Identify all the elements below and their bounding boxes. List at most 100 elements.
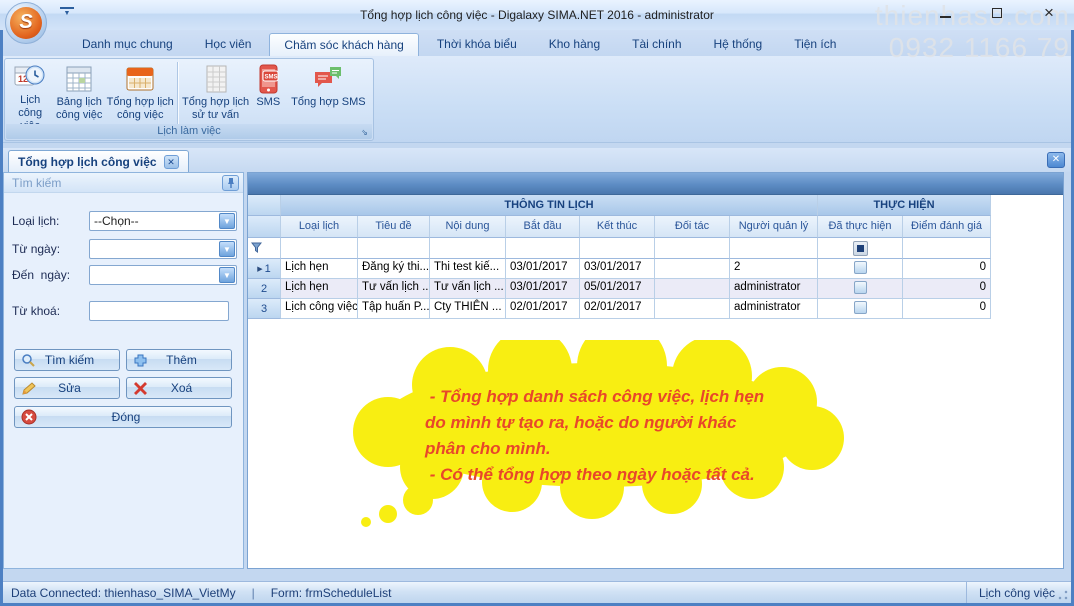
grid-column-header-nguoi-quan-ly[interactable]: Người quản lý xyxy=(730,216,818,238)
application-orb-button[interactable]: S xyxy=(5,2,47,44)
app-logo-icon: S xyxy=(10,7,42,39)
grid-cell[interactable] xyxy=(655,259,730,279)
grid-column-header-loai-lich[interactable]: Loại lịch xyxy=(281,216,358,238)
combo-tu-ngay[interactable]: ▼ xyxy=(89,239,237,259)
ribbon-tab-tai-chinh[interactable]: Tài chính xyxy=(618,33,695,56)
document-tab-close-icon[interactable]: ✕ xyxy=(164,155,179,169)
filter-funnel-icon xyxy=(251,242,262,253)
table-row[interactable]: 2Lịch hẹnTư vấn lịch ...Tư vấn lịch ...0… xyxy=(248,279,1063,299)
done-checkbox[interactable] xyxy=(854,281,867,294)
grid-cell-score[interactable]: 0 xyxy=(903,259,991,279)
grid-cell[interactable]: administrator xyxy=(730,279,818,299)
dialog-launcher-icon[interactable]: ⇘ xyxy=(359,127,370,138)
grid-cell[interactable]: 03/01/2017 xyxy=(580,259,655,279)
grid-column-header-noi-dung[interactable]: Nội dung xyxy=(430,216,506,238)
ribbon-button-tong-hop-sms[interactable]: Tổng hợp SMS xyxy=(287,61,370,125)
tim-kiem-button[interactable]: Tìm kiếm xyxy=(14,349,120,371)
ribbon-tab-kho-hang[interactable]: Kho hàng xyxy=(535,33,614,56)
grid-cell-score[interactable]: 0 xyxy=(903,299,991,319)
ribbon-tab-he-thong[interactable]: Hệ thống xyxy=(700,33,777,56)
grid-cell[interactable]: Thi test kiế... xyxy=(430,259,506,279)
ribbon-button-tong-hop-lich-cong-viec[interactable]: Tổng hợp lịch công việc xyxy=(106,61,174,125)
grid-band-thuc-hien[interactable]: THỰC HIỆN xyxy=(818,195,991,216)
grid-column-header-bat-dau[interactable]: Bắt đầu xyxy=(506,216,580,238)
filter-checkbox[interactable] xyxy=(853,241,868,256)
search-panel: Tìm kiếm Loại lịch:--Chọn--▼Từ ngày:▼Đến… xyxy=(3,172,244,569)
ribbon-tab-hoc-vien[interactable]: Học viên xyxy=(191,33,266,56)
grid-cell[interactable]: Tư vấn lịch ... xyxy=(430,279,506,299)
chevron-down-icon[interactable]: ▼ xyxy=(219,213,235,229)
grid-cell[interactable]: 03/01/2017 xyxy=(506,259,580,279)
field-label-tu-ngay: Từ ngày: xyxy=(12,242,60,256)
grid-column-header-doi-tac[interactable]: Đối tác xyxy=(655,216,730,238)
filter-cell[interactable] xyxy=(818,238,903,259)
row-indicator[interactable]: 2 xyxy=(248,279,281,299)
done-checkbox[interactable] xyxy=(854,261,867,274)
grid-cell-score[interactable]: 0 xyxy=(903,279,991,299)
ribbon-button-bang-lich-cong-viec[interactable]: Bảng lịch công việc xyxy=(52,61,106,125)
ribbon-tab-danh-muc-chung[interactable]: Danh mục chung xyxy=(68,33,187,56)
grid-column-header-diem-danh-gia[interactable]: Điểm đánh giá xyxy=(903,216,991,238)
ribbon-button-lich-cong-viec[interactable]: 12Lịch công việc xyxy=(8,61,52,125)
dong-button[interactable]: Đóng xyxy=(14,406,232,428)
grid-cell[interactable]: 03/01/2017 xyxy=(506,279,580,299)
grid-column-header-ket-thuc[interactable]: Kết thúc xyxy=(580,216,655,238)
row-indicator[interactable]: ▶1 xyxy=(248,259,281,279)
grid-cell[interactable]: Lịch công việc xyxy=(281,299,358,319)
filter-cell[interactable] xyxy=(506,238,580,259)
row-indicator[interactable]: 3 xyxy=(248,299,281,319)
filter-cell[interactable] xyxy=(430,238,506,259)
grid-cell[interactable] xyxy=(655,299,730,319)
document-tab-active[interactable]: Tổng hợp lịch công việc ✕ xyxy=(8,150,189,172)
table-row[interactable]: ▶1Lịch hẹnĐăng ký thi...Thi test kiế...0… xyxy=(248,259,1063,279)
grid-cell[interactable]: 02/01/2017 xyxy=(580,299,655,319)
maximize-button[interactable] xyxy=(986,3,1008,23)
grid-cell[interactable]: 02/01/2017 xyxy=(506,299,580,319)
chevron-down-icon[interactable]: ▼ xyxy=(219,241,235,257)
grid-cell[interactable]: 2 xyxy=(730,259,818,279)
close-button[interactable]: × xyxy=(1038,3,1060,23)
grid-cell[interactable]: administrator xyxy=(730,299,818,319)
ribbon-button-sms[interactable]: SMSSMS xyxy=(250,61,287,125)
sua-button[interactable]: Sửa xyxy=(14,377,120,399)
filter-cell[interactable] xyxy=(730,238,818,259)
grid-cell[interactable] xyxy=(655,279,730,299)
minimize-button[interactable] xyxy=(934,3,956,23)
combo-den-ngay[interactable]: ▼ xyxy=(89,265,237,285)
grid-column-header-tieu-de[interactable]: Tiêu đề xyxy=(358,216,430,238)
them-button[interactable]: Thêm xyxy=(126,349,232,371)
grid-band-thong-tin-lich[interactable]: THÔNG TIN LỊCH xyxy=(281,195,818,216)
search-icon xyxy=(21,353,36,368)
filter-cell[interactable] xyxy=(903,238,991,259)
grid-cell[interactable]: Lịch hẹn xyxy=(281,259,358,279)
grid-cell-checkbox[interactable] xyxy=(818,259,903,279)
pin-button[interactable] xyxy=(222,175,239,191)
filter-cell[interactable] xyxy=(580,238,655,259)
resize-grip[interactable] xyxy=(1058,590,1068,600)
grid-column-header-da-thuc-hien[interactable]: Đã thực hiện xyxy=(818,216,903,238)
grid-cell-checkbox[interactable] xyxy=(818,279,903,299)
xoa-button[interactable]: Xoá xyxy=(126,377,232,399)
grid-cell[interactable]: Đăng ký thi... xyxy=(358,259,430,279)
filter-cell[interactable] xyxy=(655,238,730,259)
ribbon-button-tong-hop-lich-su-tu-van[interactable]: Tổng hợp lịch sử tư vấn xyxy=(181,61,249,125)
table-row[interactable]: 3Lịch công việcTập huấn P...Cty THIÊN ..… xyxy=(248,299,1063,319)
combo-loai-lich[interactable]: --Chọn--▼ xyxy=(89,211,237,231)
ribbon-tab-cham-soc-khach-hang[interactable]: Chăm sóc khách hàng xyxy=(269,33,418,56)
grid-cell-checkbox[interactable] xyxy=(818,299,903,319)
grid-header-row: Loại lịchTiêu đềNội dungBắt đầuKết thúcĐ… xyxy=(248,216,1063,238)
grid-cell[interactable]: Tập huấn P... xyxy=(358,299,430,319)
ribbon-tab-thoi-khoa-bieu[interactable]: Thời khóa biểu xyxy=(423,33,531,56)
done-checkbox[interactable] xyxy=(854,301,867,314)
quick-access-dropdown-icon[interactable]: ▼ xyxy=(60,7,74,19)
filter-cell[interactable] xyxy=(281,238,358,259)
input-tu-khoa[interactable] xyxy=(89,301,229,321)
grid-cell[interactable]: 05/01/2017 xyxy=(580,279,655,299)
filter-cell[interactable] xyxy=(358,238,430,259)
tab-strip-close-button[interactable]: ✕ xyxy=(1047,152,1065,168)
chevron-down-icon[interactable]: ▼ xyxy=(219,267,235,283)
grid-cell[interactable]: Cty THIÊN ... xyxy=(430,299,506,319)
grid-cell[interactable]: Tư vấn lịch ... xyxy=(358,279,430,299)
ribbon-tab-tien-ich[interactable]: Tiện ích xyxy=(780,33,850,56)
grid-cell[interactable]: Lịch hẹn xyxy=(281,279,358,299)
